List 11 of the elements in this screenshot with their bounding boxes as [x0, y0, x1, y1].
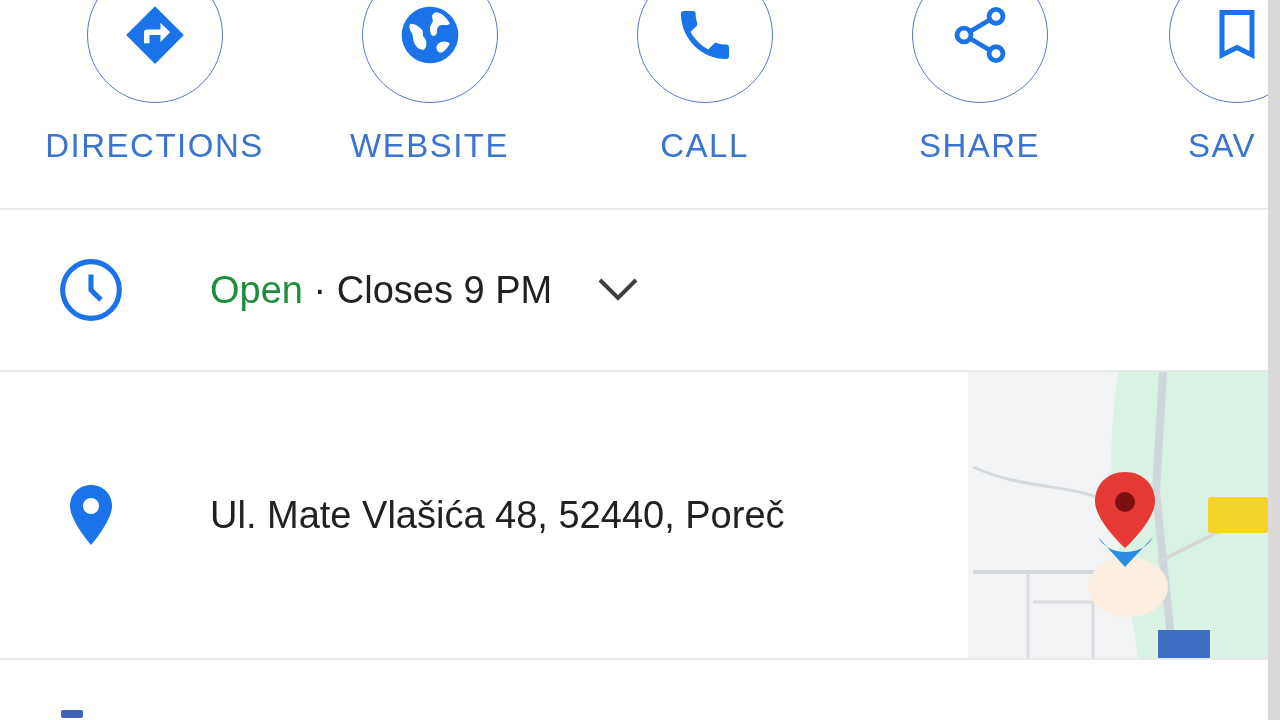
scrollbar[interactable] [1268, 0, 1280, 720]
action-label[interactable]: SHARE [918, 127, 1041, 165]
action-label[interactable]: WEBSITE [350, 127, 509, 165]
location-pin-icon [67, 483, 115, 547]
clock-icon [57, 256, 125, 324]
action-label[interactable]: SAV [1188, 127, 1257, 165]
address-text: Ul. Mate Vlašića 48, 52440, Poreč [210, 493, 786, 537]
action-label[interactable]: DIRECTIONS [45, 127, 264, 165]
row-icon [61, 710, 83, 718]
action-label[interactable]: CALL [660, 127, 749, 165]
hours-text: Open · Closes 9 PM [210, 268, 553, 312]
